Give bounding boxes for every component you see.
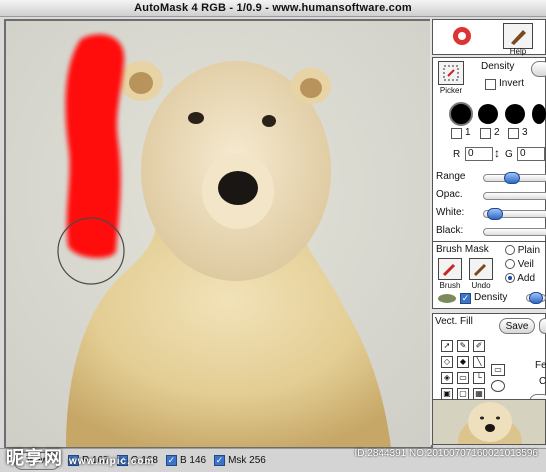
brush-density-knob[interactable] [529,292,543,304]
mode-plain[interactable]: Plain [505,245,540,256]
vect-fill-title: Vect. Fill [435,316,473,327]
invert-label: Invert [499,78,525,89]
brush-icon [442,263,456,277]
top-toolbar: Help [432,19,546,56]
opacity-label: Opac. [436,189,463,200]
brush-size-1-checkbox[interactable] [451,128,462,139]
mode-veil-radio[interactable] [505,259,515,270]
channel-b-label: B 146 [179,455,207,466]
brush-preset-1[interactable] [449,102,473,126]
g-label: G [505,149,513,160]
picker-button[interactable] [438,61,464,85]
white-slider[interactable] [483,208,546,220]
node-add-tool-icon[interactable]: ◆ [457,356,469,368]
white-label: White: [436,207,465,218]
line-tool-icon[interactable]: ╲ [473,356,485,368]
undo-button[interactable] [469,258,493,280]
brush-mask-title: Brush Mask [436,244,489,255]
opacity-slider[interactable] [483,192,546,200]
c-label: C [539,376,546,387]
mode-add-label: Add [517,273,536,284]
corner-tool-icon[interactable]: └ [473,372,485,384]
eyedropper-icon [443,65,459,81]
brush-label: Brush [439,281,461,290]
pen-remove-tool-icon[interactable]: ✐ [473,340,485,352]
brush-density-checkbox[interactable]: ✓ [460,293,471,304]
brush-size-3-checkbox[interactable] [508,128,519,139]
mode-plain-radio[interactable] [505,245,515,256]
range-label: Range [436,171,466,182]
logo-icon [447,23,477,49]
channel-msk[interactable]: ✓ Msk 256 [214,455,266,466]
watermark-id: ID:2844391 NO:20100707160021013596 [354,448,539,459]
r-input[interactable]: 0 [465,147,493,161]
density-toggle[interactable] [531,61,546,77]
brush-button[interactable] [438,258,462,280]
thumbnail-preview[interactable] [432,399,546,445]
invert-checkbox[interactable] [485,79,496,90]
window-title: AutoMask 4 RGB - 1/0.9 - www.humansoftwa… [0,0,546,17]
white-slider-knob[interactable] [487,208,503,220]
brush-size-2-label: 2 [494,127,500,138]
brush-preset-4[interactable] [532,104,546,124]
brush-density-label: Density [474,292,508,303]
undo-brush-icon [473,263,487,277]
brush-preset-3[interactable] [505,104,525,124]
arrow-tool-icon[interactable]: ➚ [441,340,453,352]
picker-label: Picker [439,86,463,95]
density-label: Density [481,61,515,72]
range-slider[interactable] [483,172,546,184]
convert-tool-icon[interactable]: ◈ [441,372,453,384]
vect-fill-section: Vect. Fill Save ➚ ✎ ✐ ◇ ◆ ╲ ◈ ▭ └ ▣ ▢ ▦ … [432,313,546,413]
channel-b[interactable]: ✓ B 146 [165,455,207,466]
brush-preset-2[interactable] [478,104,498,124]
link-arrows-icon[interactable]: ↕ [494,146,500,160]
rect-tool-icon[interactable]: ▭ [457,372,469,384]
watermark-brand: 昵享网 [6,448,63,468]
channel-b-checkbox[interactable]: ✓ [165,455,177,466]
brush-size-1-label: 1 [465,127,471,138]
help-button[interactable] [503,23,533,49]
mode-veil-label: Veil [517,259,534,270]
polar-bear-photo [6,21,431,447]
watermark-url: www.nipic.com [69,456,155,467]
channel-msk-checkbox[interactable]: ✓ [214,455,226,466]
watermark-logo: 昵享网 www.nipic.com [6,444,154,470]
density-swatch [438,294,456,303]
mode-add-radio[interactable] [505,273,515,284]
ellipse-shape-icon[interactable] [491,380,505,392]
pen-add-tool-icon[interactable]: ✎ [457,340,469,352]
brush-density-slider[interactable] [526,292,546,304]
brush-size-2-checkbox[interactable] [480,128,491,139]
mode-add[interactable]: Add [505,273,535,284]
undo-label: Undo [471,281,491,290]
brush-mask-section: Brush Mask Brush Undo Plain Veil Add ✓ D… [432,241,546,309]
tool-panel: Help Picker Density Invert 1 2 3 R 0 ↕ G… [430,19,546,445]
pen-icon [511,30,526,45]
extra-button[interactable] [539,318,546,334]
brush-size-3-label: 3 [522,127,528,138]
channel-msk-label: Msk 256 [228,455,266,466]
node-tool-icon[interactable]: ◇ [441,356,453,368]
save-button[interactable]: Save [499,318,535,334]
thumbnail-bear-image [433,400,545,444]
picker-section: Picker Density Invert 1 2 3 R 0 ↕ G 0 Ra… [432,57,546,255]
r-label: R [453,149,461,160]
rectangle-shape-icon[interactable]: ▭ [491,364,505,376]
black-label: Black: [436,225,464,236]
help-label: Help [509,47,527,56]
mode-veil[interactable]: Veil [505,259,534,270]
range-slider-knob[interactable] [504,172,520,184]
fe-label: Fe [535,360,546,371]
image-canvas[interactable] [4,19,433,449]
mode-plain-label: Plain [517,245,541,256]
g-input[interactable]: 0 [517,147,545,161]
black-slider[interactable] [483,228,546,236]
